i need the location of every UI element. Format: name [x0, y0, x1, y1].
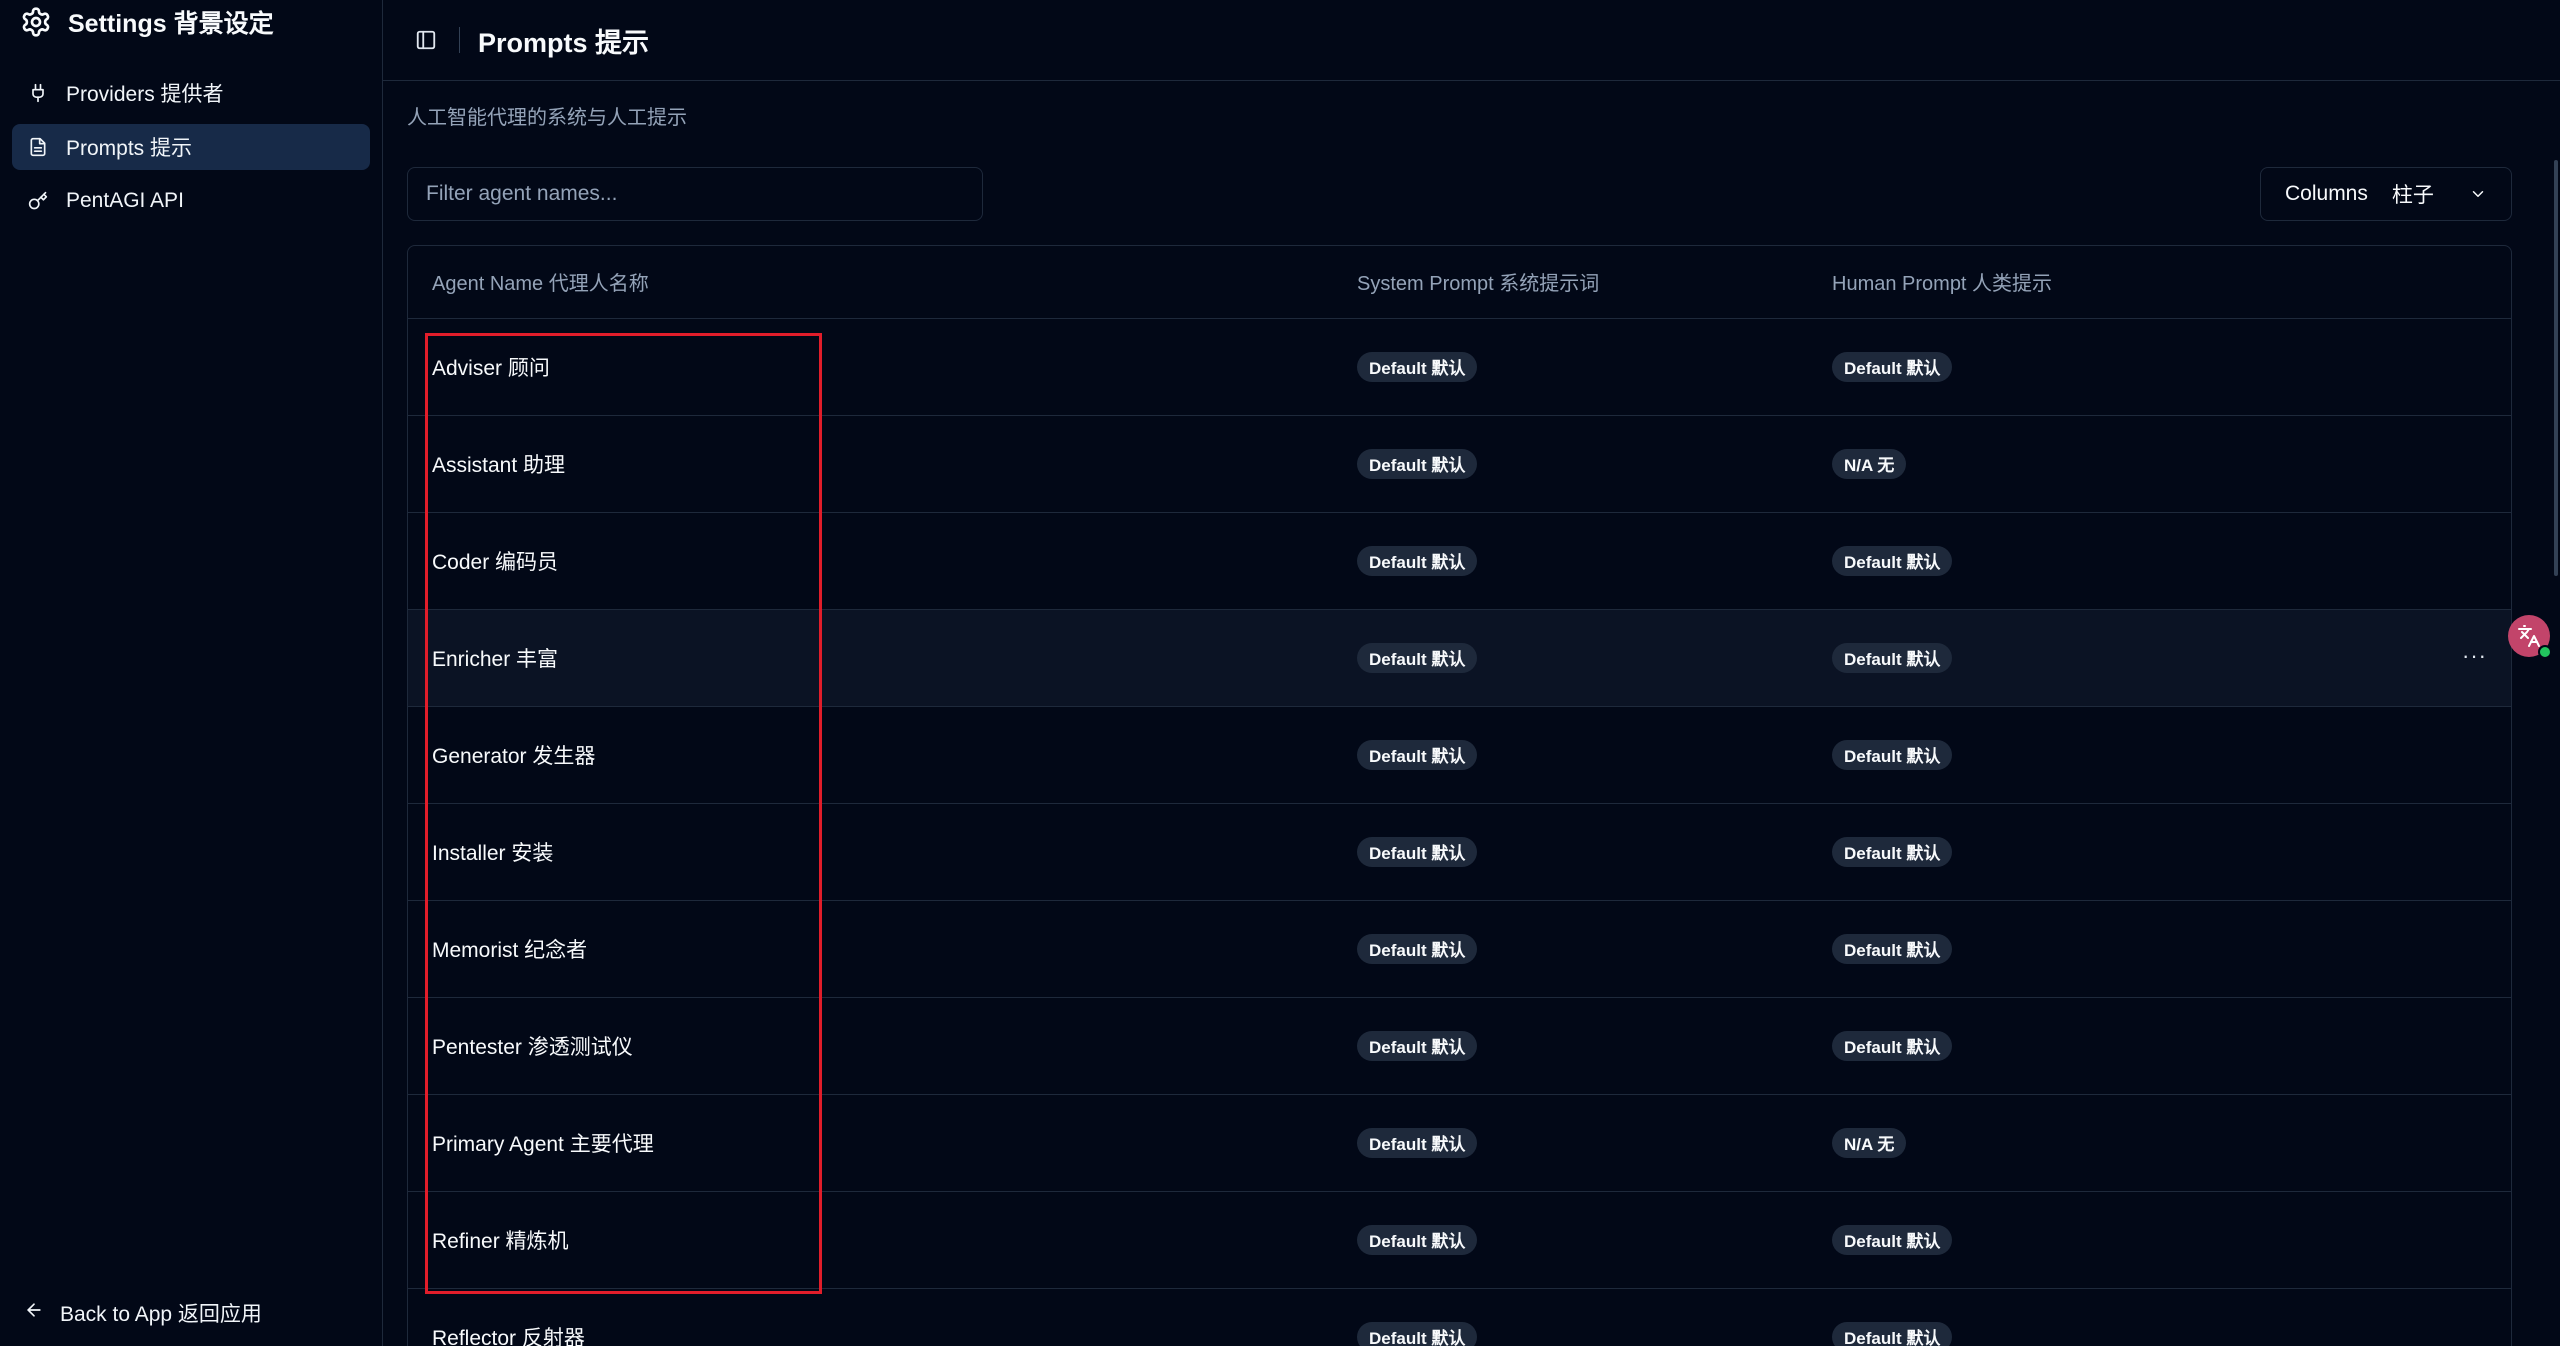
table-row[interactable]: Primary Agent 主要代理 Default 默认 N/A 无	[408, 1094, 2511, 1192]
human-prompt-badge: Default 默认	[1832, 933, 1953, 964]
sidebar-header: Settings 背景设定	[0, 0, 382, 44]
sidebar-item-label: Providers 提供者	[66, 83, 224, 106]
table-row[interactable]: Generator 发生器 Default 默认 Default 默认	[408, 706, 2511, 804]
human-prompt-badge: Default 默认	[1832, 1224, 1953, 1255]
agent-name: Adviser 顾问	[432, 356, 550, 380]
agent-name: Refiner 精炼机	[432, 1229, 569, 1253]
table-row[interactable]: Adviser 顾问 Default 默认 Default 默认	[408, 318, 2511, 416]
human-prompt-badge: Default 默认	[1832, 642, 1953, 673]
system-prompt-badge: Default 默认	[1357, 1127, 1478, 1158]
system-prompt-badge: Default 默认	[1357, 545, 1478, 576]
header-human-prompt[interactable]: Human Prompt 人类提示	[1832, 246, 2511, 319]
system-prompt-badge: Default 默认	[1357, 448, 1478, 479]
system-prompt-badge: Default 默认	[1357, 642, 1478, 673]
system-prompt-badge: Default 默认	[1357, 351, 1478, 382]
human-prompt-badge: Default 默认	[1832, 1321, 1953, 1346]
columns-dropdown-button[interactable]: Columns 柱子	[2260, 167, 2512, 221]
human-prompt-badge: Default 默认	[1832, 739, 1953, 770]
human-prompt-badge: Default 默认	[1832, 1030, 1953, 1061]
page-title: Prompts 提示	[478, 27, 650, 58]
table-row[interactable]: Coder 编码员 Default 默认 Default 默认	[408, 512, 2511, 610]
sidebar-item-label: Prompts 提示	[66, 137, 193, 160]
table-row[interactable]: Reflector 反射器 Default 默认 Default 默认	[408, 1288, 2511, 1346]
gear-icon	[18, 4, 54, 40]
sidebar-title: Settings 背景设定	[68, 10, 274, 38]
translate-extension-button[interactable]	[2508, 615, 2552, 659]
system-prompt-badge: Default 默认	[1357, 933, 1478, 964]
header-agent-name[interactable]: Agent Name 代理人名称	[408, 246, 1357, 319]
agent-name: Generator 发生器	[432, 744, 596, 768]
panel-left-icon	[416, 30, 436, 50]
back-to-app-link[interactable]: Back to App 返回应用	[24, 1298, 262, 1328]
row-actions-menu-button[interactable]: ···	[2462, 643, 2487, 669]
sidebar-item-label: PentAGI API	[66, 189, 184, 212]
table-row[interactable]: Installer 安装 Default 默认 Default 默认	[408, 803, 2511, 901]
agent-name: Primary Agent 主要代理	[432, 1132, 654, 1156]
table-row[interactable]: Enricher 丰富 Default 默认 Default 默认 ···	[408, 609, 2511, 707]
agent-name: Coder 编码员	[432, 550, 559, 574]
table-toolbar: Columns 柱子	[407, 167, 2536, 221]
table-row[interactable]: Refiner 精炼机 Default 默认 Default 默认	[408, 1191, 2511, 1289]
sidebar-item-providers[interactable]: Providers 提供者	[12, 70, 370, 116]
human-prompt-badge: N/A 无	[1832, 448, 1907, 479]
system-prompt-badge: Default 默认	[1357, 1321, 1478, 1346]
key-icon	[26, 189, 50, 213]
arrow-left-icon	[24, 1300, 44, 1326]
agent-name: Reflector 反射器	[432, 1326, 585, 1346]
table-header-row: Agent Name 代理人名称 System Prompt 系统提示词 Hum…	[408, 246, 2511, 319]
sidebar-toggle-button[interactable]	[411, 25, 441, 55]
agent-name: Enricher 丰富	[432, 647, 559, 671]
divider	[459, 27, 460, 53]
document-icon	[26, 135, 50, 159]
agent-name: Pentester 渗透测试仪	[432, 1035, 633, 1059]
agents-table: Agent Name 代理人名称 System Prompt 系统提示词 Hum…	[407, 245, 2512, 1346]
page-subtitle: 人工智能代理的系统与人工提示	[407, 107, 687, 129]
human-prompt-badge: Default 默认	[1832, 836, 1953, 867]
plug-icon	[26, 81, 50, 105]
sidebar: Settings 背景设定 Providers 提供者 Prompts 提示 P…	[0, 0, 383, 1346]
back-to-app-label: Back to App 返回应用	[60, 1303, 262, 1326]
agent-name: Memorist 纪念者	[432, 938, 588, 962]
main-content: Prompts 提示 人工智能代理的系统与人工提示 Columns 柱子	[383, 0, 2560, 1346]
system-prompt-badge: Default 默认	[1357, 836, 1478, 867]
agent-name: Assistant 助理	[432, 453, 566, 477]
table-row[interactable]: Pentester 渗透测试仪 Default 默认 Default 默认	[408, 997, 2511, 1095]
human-prompt-badge: N/A 无	[1832, 1127, 1907, 1158]
system-prompt-badge: Default 默认	[1357, 739, 1478, 770]
system-prompt-badge: Default 默认	[1357, 1224, 1478, 1255]
sidebar-nav: Providers 提供者 Prompts 提示 PentAGI API	[0, 70, 382, 224]
translate-icon	[2518, 625, 2540, 647]
sidebar-item-prompts[interactable]: Prompts 提示	[12, 124, 370, 170]
sidebar-item-pentagi-api[interactable]: PentAGI API	[12, 178, 370, 224]
system-prompt-badge: Default 默认	[1357, 1030, 1478, 1061]
app: Settings 背景设定 Providers 提供者 Prompts 提示 P…	[0, 0, 2560, 1346]
table-row[interactable]: Memorist 纪念者 Default 默认 Default 默认	[408, 900, 2511, 998]
scrollbar[interactable]	[2554, 160, 2558, 576]
agent-name: Installer 安装	[432, 841, 554, 865]
human-prompt-badge: Default 默认	[1832, 351, 1953, 382]
columns-label-zh: 柱子	[2391, 184, 2434, 207]
chevron-down-icon	[2469, 185, 2487, 203]
table-row[interactable]: Assistant 助理 Default 默认 N/A 无	[408, 415, 2511, 513]
topbar: Prompts 提示	[383, 0, 2560, 81]
status-dot	[2538, 645, 2552, 659]
header-system-prompt[interactable]: System Prompt 系统提示词	[1357, 246, 1832, 319]
prompts-content: 人工智能代理的系统与人工提示 Columns 柱子 Agent Name 代理人…	[383, 101, 2560, 1346]
filter-agent-input[interactable]	[407, 167, 983, 221]
human-prompt-badge: Default 默认	[1832, 545, 1953, 576]
columns-label: Columns	[2285, 182, 2368, 205]
